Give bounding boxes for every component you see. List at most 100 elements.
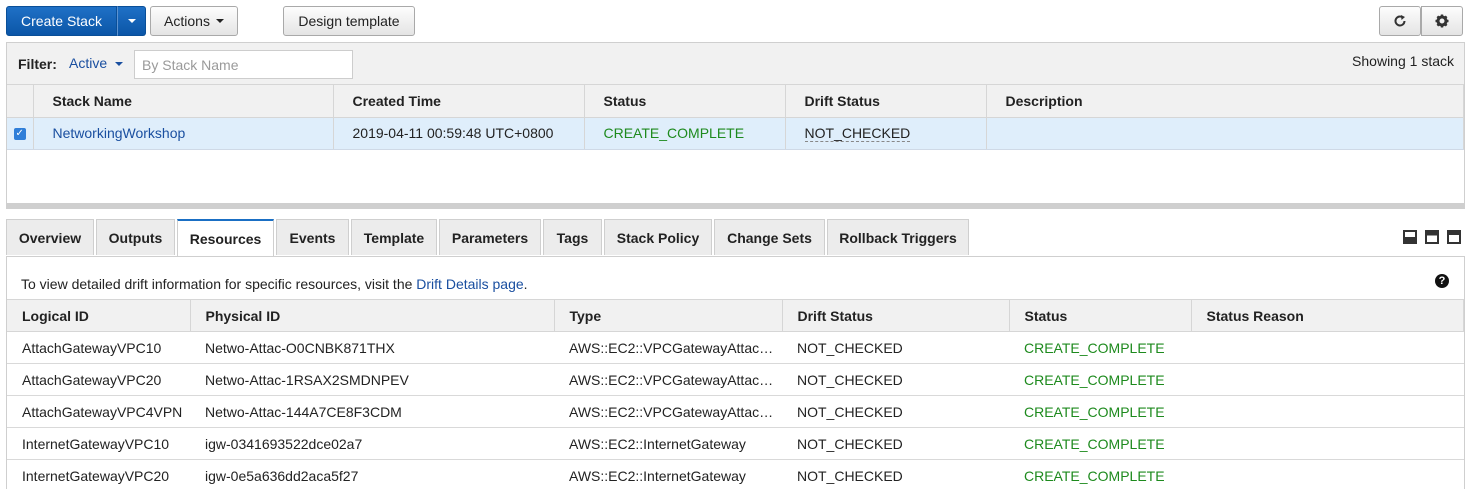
filter-status-label: Active [69,55,108,71]
chevron-down-icon [215,19,224,23]
column-header[interactable]: Description [986,85,1464,118]
create-stack-dropdown-button[interactable] [117,6,146,36]
physical-id-cell: Netwo-Attac-144A7CE8F3CDM [190,395,554,428]
stack-count-text: Showing 1 stack [1352,53,1454,69]
design-template-label: Design template [298,13,400,29]
tab-tags[interactable]: Tags [543,219,602,255]
stack-name-link[interactable]: NetworkingWorkshop [53,125,186,141]
column-header[interactable]: Status [584,85,786,118]
layout-bottom-pane-icon[interactable] [1403,230,1417,244]
tab-label: Stack Policy [616,229,700,246]
column-header[interactable]: Stack Name [33,85,334,118]
actions-button[interactable]: Actions [150,6,238,36]
settings-button[interactable] [1421,6,1463,36]
logical-id-cell: AttachGatewayVPC10 [7,331,190,364]
filter-label: Filter: [18,56,57,72]
tab-label: Template [363,229,425,246]
create-stack-button[interactable]: Create Stack [6,6,117,36]
drift-status-cell: NOT_CHECKED [782,331,1009,364]
tab-parameters[interactable]: Parameters [439,219,541,255]
checkbox-checked-icon[interactable]: ✓ [13,128,26,141]
stack-table: Stack Name Created Time Status Drift Sta… [7,85,1464,150]
tab-label: Change Sets [727,229,812,246]
tab-stack-policy[interactable]: Stack Policy [604,219,712,255]
column-header[interactable]: Drift Status [785,85,987,118]
stack-list-panel: Filter: Active Showing 1 stack Stack Nam… [6,42,1465,204]
status-cell: CREATE_COMPLETE [1009,331,1191,364]
gear-icon [1435,14,1449,28]
tab-resources[interactable]: Resources [177,219,274,257]
layout-top-pane-icon[interactable] [1447,230,1461,244]
tab-label: Tags [556,229,589,246]
status-reason-cell [1191,459,1464,489]
physical-id-cell: Netwo-Attac-O0CNBK871THX [190,331,554,364]
table-row: InternetGatewayVPC20 igw-0e5a636dd2aca5f… [7,459,1464,489]
drift-info-note: To view detailed drift information for s… [21,276,528,292]
tab-label: Events [289,229,336,246]
type-cell: AWS::EC2::InternetGateway [554,427,782,460]
table-row: AttachGatewayVPC20 Netwo-Attac-1RSAX2SMD… [7,363,1464,396]
drift-status-value[interactable]: NOT_CHECKED [804,125,911,142]
filter-bar: Filter: Active Showing 1 stack [7,43,1464,85]
drift-details-link[interactable]: Drift Details page [416,276,523,292]
status-reason-cell [1191,363,1464,396]
status-cell: CREATE_COMPLETE [1009,427,1191,460]
status-reason-cell [1191,331,1464,364]
layout-toggle-group [1403,230,1461,244]
stack-name-cell: NetworkingWorkshop [33,117,334,150]
column-header[interactable]: Logical ID [7,299,191,332]
type-cell: AWS::EC2::VPCGatewayAttac… [554,363,782,396]
column-header[interactable]: Status Reason [1191,299,1464,332]
refresh-button[interactable] [1379,6,1421,36]
create-stack-label: Create Stack [21,13,102,29]
status-cell: CREATE_COMPLETE [584,117,786,150]
tab-label: Outputs [108,229,163,246]
resources-panel: To view detailed drift information for s… [6,256,1465,489]
tab-rollback-triggers[interactable]: Rollback Triggers [827,219,969,255]
type-cell: AWS::EC2::InternetGateway [554,459,782,489]
drift-status-cell: NOT_CHECKED [782,395,1009,428]
table-row: AttachGatewayVPC4VPN Netwo-Attac-144A7CE… [7,395,1464,428]
created-time-cell: 2019-04-11 00:59:48 UTC+0800 [333,117,585,150]
chevron-down-icon [115,62,124,67]
column-header[interactable]: Created Time [333,85,585,118]
refresh-icon [1394,15,1406,27]
status-cell: CREATE_COMPLETE [1009,395,1191,428]
column-header[interactable]: Status [1009,299,1192,332]
drift-status-cell: NOT_CHECKED [782,459,1009,489]
tab-change-sets[interactable]: Change Sets [714,219,825,255]
design-template-button[interactable]: Design template [283,6,415,36]
drift-note-suffix: . [523,276,528,292]
tab-overview[interactable]: Overview [6,219,94,255]
table-row[interactable]: ✓ NetworkingWorkshop 2019-04-11 00:59:48… [7,117,1464,150]
tab-events[interactable]: Events [276,219,349,255]
chevron-down-icon [127,19,136,23]
type-cell: AWS::EC2::VPCGatewayAttac… [554,395,782,428]
filter-status-dropdown[interactable]: Active [69,55,124,71]
column-header[interactable]: Drift Status [782,299,1010,332]
panel-resize-handle[interactable] [6,204,1465,209]
toolbar: Create Stack Actions Design template [0,0,1479,42]
row-checkbox-cell[interactable]: ✓ [7,117,34,150]
tab-label: Parameters [451,229,529,246]
logical-id-cell: AttachGatewayVPC4VPN [7,395,190,428]
description-cell [986,117,1464,150]
status-reason-cell [1191,395,1464,428]
help-icon[interactable]: ? [1435,274,1449,288]
column-header[interactable]: Physical ID [190,299,555,332]
tab-label: Resources [189,231,262,247]
drift-status-cell: NOT_CHECKED [785,117,987,150]
table-row: AttachGatewayVPC10 Netwo-Attac-O0CNBK871… [7,331,1464,364]
column-header[interactable]: Type [554,299,783,332]
tab-outputs[interactable]: Outputs [96,219,175,255]
logical-id-cell: InternetGatewayVPC20 [7,459,190,489]
drift-status-cell: NOT_CHECKED [782,427,1009,460]
tab-template[interactable]: Template [351,219,437,255]
physical-id-cell: Netwo-Attac-1RSAX2SMDNPEV [190,363,554,396]
stack-name-search-input[interactable] [134,50,353,79]
layout-split-pane-icon[interactable] [1425,230,1439,244]
logical-id-cell: AttachGatewayVPC20 [7,363,190,396]
status-cell: CREATE_COMPLETE [1009,363,1191,396]
drift-note-prefix: To view detailed drift information for s… [21,276,417,292]
status-reason-cell [1191,427,1464,460]
